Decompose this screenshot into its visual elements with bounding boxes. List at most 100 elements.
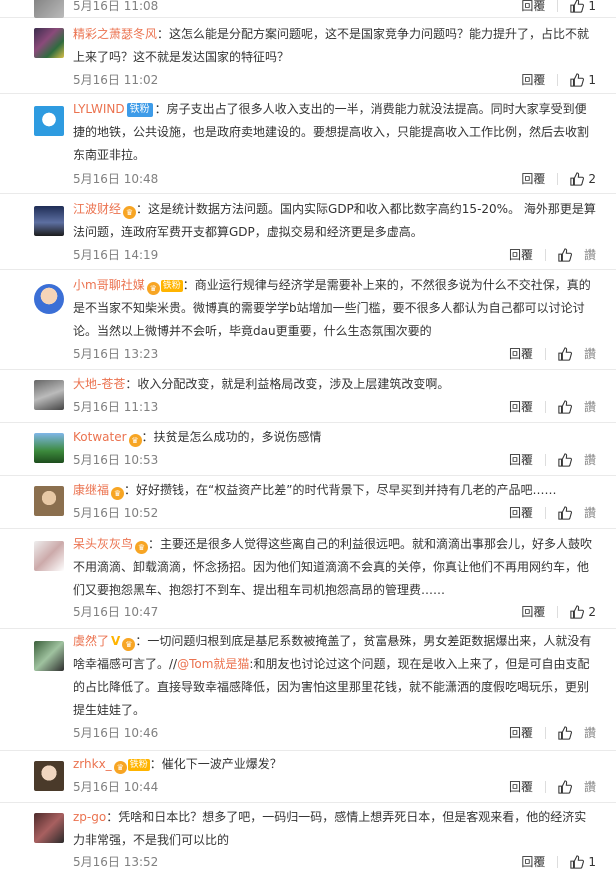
username-link[interactable]: 呆头灰灰鸟: [73, 537, 133, 551]
comment-time: 5月16日 13:52: [73, 855, 159, 869]
fan-badge: 铁粉: [127, 759, 150, 771]
username-link[interactable]: zrhkx_: [73, 757, 112, 771]
comment-body: Kotwater ♛ ：扶贫是怎么成功的，多说伤感情: [73, 426, 596, 449]
username-link[interactable]: LYLWIND: [73, 102, 125, 116]
comment-actions: 回覆 讚: [509, 245, 596, 265]
like-label: 讚: [583, 400, 596, 414]
comment-meta: 5月16日 10:52 回覆 讚: [73, 503, 596, 523]
comment-meta: 5月16日 10:48 回覆 2: [73, 169, 596, 189]
divider: [557, 173, 559, 185]
divider: [544, 348, 546, 360]
reply-button[interactable]: 回覆: [509, 245, 533, 265]
comment-body: 呆头灰灰鸟 ♛ ：主要还是很多人觉得这些离自己的利益很远吧。就和滴滴出事那会儿，好多…: [73, 533, 596, 602]
divider: [557, 74, 559, 86]
username-link[interactable]: Kotwater: [73, 430, 127, 444]
reply-button[interactable]: 回覆: [521, 169, 545, 189]
thumbs-up-icon: [558, 453, 572, 467]
avatar[interactable]: [34, 813, 64, 843]
comment-item: LYLWIND 铁粉 ：房子支出占了很多人收入支出的一半，消费能力就没法提高。同时大…: [0, 94, 616, 194]
comment-time: 5月16日 10:47: [73, 605, 159, 619]
comment-time: 5月16日 13:23: [73, 347, 159, 361]
comment-time: 5月16日 10:52: [73, 506, 159, 520]
avatar[interactable]: [34, 284, 64, 314]
like-button[interactable]: 讚: [558, 245, 596, 265]
comment-meta: 5月16日 10:46 回覆 讚: [73, 723, 596, 743]
comment-meta: 5月16日 14:19 回覆 讚: [73, 245, 596, 265]
comment-meta: 5月16日 13:23 回覆 讚: [73, 344, 596, 364]
vip-crown-icon: ♛: [135, 541, 149, 554]
comment-item: 精彩之萧瑟冬风：这怎么能是分配方案问题呢，这不是国家竞争力问题吗？能力提升了，占…: [0, 18, 616, 94]
divider: [544, 401, 546, 413]
divider: [544, 781, 546, 793]
reply-button[interactable]: 回覆: [521, 70, 545, 90]
vip-crown-icon: ♛: [113, 761, 127, 774]
like-button[interactable]: 1: [570, 70, 596, 90]
comment-meta: 5月16日 13:52 回覆 1: [73, 852, 596, 872]
avatar[interactable]: [34, 206, 64, 236]
divider: [557, 856, 559, 868]
reply-button[interactable]: 回覆: [509, 450, 533, 470]
fan-badge: 铁粉: [126, 103, 153, 117]
reply-button[interactable]: 回覆: [509, 344, 533, 364]
comment-body: LYLWIND 铁粉 ：房子支出占了很多人收入支出的一半，消费能力就没法提高。同时大…: [73, 98, 596, 167]
avatar[interactable]: [34, 28, 64, 58]
comment-text: ：好好攒钱，在“权益资产比差”的时代背景下，尽早买到并持有几老的产品吧……: [124, 483, 557, 497]
comment-meta: 5月16日 11:13 回覆 讚: [73, 397, 596, 417]
reply-button[interactable]: 回覆: [509, 397, 533, 417]
like-button[interactable]: 讚: [558, 397, 596, 417]
comment-list: 5月16日 11:08 回覆 1 精彩之萧瑟冬风：这怎么能是分配方案问题呢，这不…: [0, 0, 616, 880]
comment-meta: 5月16日 10:53 回覆 讚: [73, 450, 596, 470]
mention-link[interactable]: @Tom就是猫: [177, 657, 249, 671]
comment-time: 5月16日 11:02: [73, 73, 159, 87]
avatar[interactable]: [34, 380, 64, 410]
avatar[interactable]: [34, 0, 64, 18]
comment-time: 5月16日 14:19: [73, 248, 159, 262]
avatar[interactable]: [34, 106, 64, 136]
like-button[interactable]: 1: [570, 0, 596, 16]
like-button[interactable]: 2: [570, 169, 596, 189]
username-link[interactable]: 小m哥聊社媒: [73, 278, 145, 292]
verified-v-icon: V: [111, 634, 121, 648]
username-link[interactable]: 大地-苍苍: [73, 377, 125, 391]
like-button[interactable]: 讚: [558, 450, 596, 470]
reply-button[interactable]: 回覆: [509, 777, 533, 797]
comment-actions: 回覆 讚: [509, 397, 596, 417]
reply-button[interactable]: 回覆: [521, 0, 545, 16]
username-link[interactable]: 虞然了: [73, 634, 109, 648]
username-link[interactable]: 江波财经: [73, 202, 121, 216]
comment-actions: 回覆 讚: [509, 723, 596, 743]
thumbs-up-icon: [558, 248, 572, 262]
like-button[interactable]: 2: [570, 602, 596, 622]
reply-button[interactable]: 回覆: [509, 503, 533, 523]
comment-actions: 回覆 讚: [509, 503, 596, 523]
comment-actions: 回覆 2: [521, 169, 596, 189]
like-button[interactable]: 讚: [558, 344, 596, 364]
comment-body: zp-go：凭啥和日本比？想多了吧，一码归一码，感情上想弄死日本，但是客观来看，…: [73, 806, 596, 852]
avatar[interactable]: [34, 641, 64, 671]
fan-badge: 铁粉: [160, 280, 183, 292]
username-link[interactable]: 康继福: [73, 483, 109, 497]
like-button[interactable]: 讚: [558, 723, 596, 743]
avatar[interactable]: [34, 486, 64, 516]
reply-button[interactable]: 回覆: [521, 602, 545, 622]
like-label: 讚: [583, 506, 596, 520]
thumbs-up-icon: [570, 0, 585, 13]
avatar[interactable]: [34, 433, 64, 463]
comment-body: 江波财经 ♛ ：这是统计数据方法问题。国内实际GDP和收入都比数字高约15-20%。…: [73, 198, 596, 244]
comment-item: Kotwater ♛ ：扶贫是怎么成功的，多说伤感情 5月16日 10:53 回覆 …: [0, 423, 616, 476]
reply-button[interactable]: 回覆: [521, 852, 545, 872]
like-button[interactable]: 讚: [558, 503, 596, 523]
avatar[interactable]: [34, 541, 64, 571]
thumbs-up-icon: [558, 726, 572, 740]
like-button[interactable]: 1: [570, 852, 596, 872]
avatar[interactable]: [34, 761, 64, 791]
reply-button[interactable]: 回覆: [509, 723, 533, 743]
thumbs-up-icon: [570, 605, 585, 619]
like-button[interactable]: 讚: [558, 777, 596, 797]
thumbs-up-icon: [570, 855, 585, 869]
comment-actions: 回覆 1: [521, 852, 596, 872]
thumbs-up-icon: [570, 172, 585, 186]
username-link[interactable]: 精彩之萧瑟冬风: [73, 27, 157, 41]
username-link[interactable]: zp-go: [73, 810, 106, 824]
comment-body: 康继福 ♛ ：好好攒钱，在“权益资产比差”的时代背景下，尽早买到并持有几老的产品吧……: [73, 479, 596, 502]
